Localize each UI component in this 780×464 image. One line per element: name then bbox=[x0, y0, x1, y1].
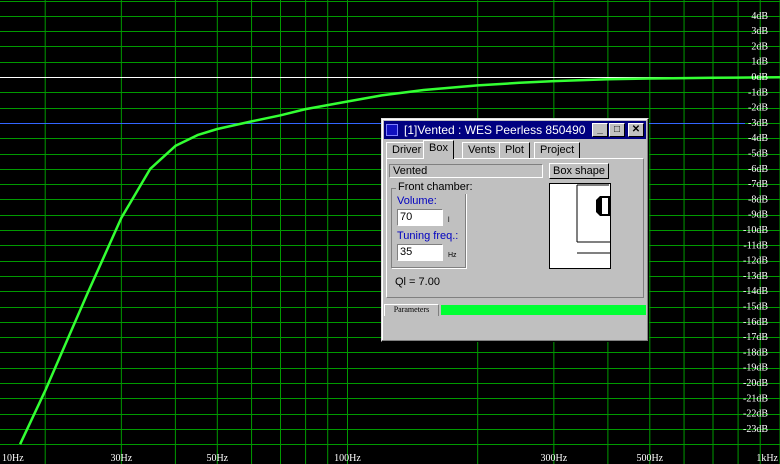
y-tick-label: -18dB bbox=[743, 347, 768, 358]
y-tick-label: -23dB bbox=[743, 424, 768, 435]
volume-label: Volume: bbox=[397, 195, 437, 207]
ql-readout: Ql = 7.00 bbox=[395, 276, 440, 288]
tab-driver[interactable]: Driver bbox=[386, 142, 428, 158]
box-shape-preview bbox=[549, 183, 611, 269]
y-tick-label: -11dB bbox=[743, 240, 768, 251]
x-tick-label: 500Hz bbox=[636, 453, 663, 464]
y-tick-label: -9dB bbox=[748, 210, 768, 221]
x-tick-label: 1kHz bbox=[756, 453, 778, 464]
y-tick-label: 3dB bbox=[751, 26, 768, 37]
maximize-button[interactable]: □ bbox=[609, 123, 625, 137]
status-bar: Parameters bbox=[384, 304, 646, 316]
x-tick-label: 300Hz bbox=[541, 453, 568, 464]
y-tick-label: -10dB bbox=[743, 225, 768, 236]
box-type-field: Vented bbox=[389, 164, 543, 178]
y-tick-label: -22dB bbox=[743, 409, 768, 420]
y-tick-label: -1dB bbox=[748, 87, 768, 98]
volume-input[interactable]: 70 bbox=[397, 209, 443, 226]
tab-project[interactable]: Project bbox=[534, 142, 581, 158]
box-shape-button[interactable]: Box shape bbox=[549, 163, 609, 179]
tab-box[interactable]: Box bbox=[423, 140, 454, 159]
y-tick-label: -8dB bbox=[748, 194, 768, 205]
y-tick-label: 4dB bbox=[751, 11, 768, 22]
y-tick-label: -20dB bbox=[743, 378, 768, 389]
box-design-window[interactable]: [1]Vented : WES Peerless 850490 _ □ ✕ Dr… bbox=[381, 118, 649, 342]
y-tick-label: -17dB bbox=[743, 332, 768, 343]
app-icon bbox=[386, 124, 398, 136]
reference-lines bbox=[0, 77, 745, 124]
enclosure-diagram-icon bbox=[576, 184, 610, 254]
y-tick-label: 0dB bbox=[751, 72, 768, 83]
close-button[interactable]: ✕ bbox=[628, 123, 644, 137]
y-tick-label: -16dB bbox=[743, 317, 768, 328]
y-tick-label: -2dB bbox=[748, 103, 768, 114]
y-tick-label: 2dB bbox=[751, 41, 768, 52]
front-chamber-label: Front chamber: bbox=[396, 181, 475, 194]
y-tick-label: -12dB bbox=[743, 256, 768, 267]
tab-plot[interactable]: Plot bbox=[499, 142, 530, 158]
y-tick-label: -14dB bbox=[743, 286, 768, 297]
tuning-freq-label: Tuning freq.: bbox=[397, 230, 459, 242]
y-axis-labels: 4dB 3dB 2dB 1dB 0dB -1dB -2dB -3dB -4dB -5dB -6dB -… bbox=[743, 11, 768, 435]
y-tick-label: -21dB bbox=[743, 393, 768, 404]
y-tick-label: 1dB bbox=[751, 57, 768, 68]
x-tick-label: 100Hz bbox=[334, 453, 361, 464]
x-tick-label: 30Hz bbox=[111, 453, 133, 464]
y-tick-label: -7dB bbox=[748, 179, 768, 190]
window-title: [1]Vented : WES Peerless 850490 bbox=[404, 123, 586, 137]
status-tab-parameters[interactable]: Parameters bbox=[384, 304, 439, 316]
x-axis-labels: 10Hz 30Hz 50Hz 100Hz 300Hz 500Hz 1kHz bbox=[2, 453, 779, 464]
window-titlebar[interactable]: [1]Vented : WES Peerless 850490 _ □ ✕ bbox=[384, 121, 646, 139]
progress-bar bbox=[441, 305, 646, 315]
y-tick-label: -15dB bbox=[743, 302, 768, 313]
y-tick-label: -6dB bbox=[748, 164, 768, 175]
tuning-freq-unit: Hz bbox=[448, 252, 457, 259]
x-tick-label: 10Hz bbox=[2, 453, 24, 464]
tuning-freq-input[interactable]: 35 bbox=[397, 244, 443, 261]
volume-unit: l bbox=[448, 217, 450, 224]
minimize-button[interactable]: _ bbox=[592, 123, 608, 137]
x-tick-label: 50Hz bbox=[206, 453, 228, 464]
y-tick-label: -19dB bbox=[743, 363, 768, 374]
y-tick-label: -5dB bbox=[748, 149, 768, 160]
tab-vents[interactable]: Vents bbox=[462, 142, 502, 158]
y-tick-label: -3dB bbox=[748, 118, 768, 129]
y-tick-label: -4dB bbox=[748, 133, 768, 144]
y-tick-label: -13dB bbox=[743, 271, 768, 282]
